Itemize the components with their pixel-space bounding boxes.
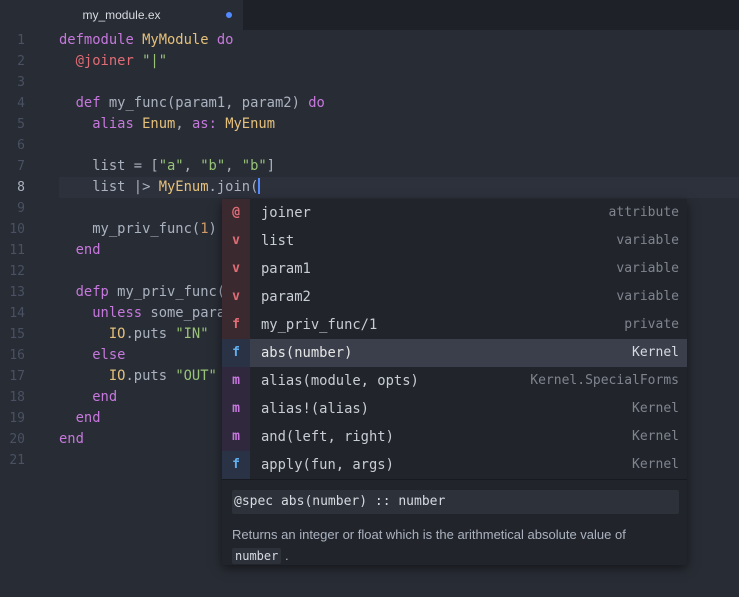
suggestion-item[interactable]: v param2 variable — [222, 283, 687, 311]
suggestion-text: alias!(alias) — [261, 401, 369, 417]
suggestion-text: alias(module, opts) — [261, 373, 419, 389]
suggestion-type-variable-icon: v — [222, 283, 250, 311]
suggestion-item[interactable]: m alias(module, opts) Kernel.SpecialForms — [222, 367, 687, 395]
line-number-gutter: 1 2 3 4 5 6 7 8 9 10 11 12 13 14 15 16 1… — [0, 30, 30, 471]
autocomplete-popup: @ joiner attribute v list variable v param1 vari… — [222, 199, 687, 565]
line-number: 13 — [9, 285, 25, 300]
line-number: 9 — [17, 201, 25, 216]
spec-signature: @spec abs(number) :: number — [232, 490, 679, 514]
tab-bar: my_module.ex — [0, 0, 739, 30]
suggestion-text: list — [261, 233, 295, 249]
suggestion-text: and(left, right) — [261, 429, 394, 445]
code-line: defmodule MyModule do — [59, 32, 234, 48]
suggestion-type-label: variable — [616, 261, 679, 276]
line-number: 11 — [9, 243, 25, 258]
tab-title: my_module.ex — [82, 8, 161, 22]
line-number: 15 — [9, 327, 25, 342]
line-number: 17 — [9, 369, 25, 384]
code-line-active: list |> MyEnum.join( — [92, 178, 261, 195]
line-number: 12 — [9, 264, 25, 279]
suggestion-type-label: Kernel — [632, 401, 679, 416]
suggestion-type-label: attribute — [608, 205, 679, 220]
suggestion-type-label: Kernel.SpecialForms — [530, 373, 679, 388]
line-number: 20 — [9, 432, 25, 447]
line-number: 18 — [9, 390, 25, 405]
suggestion-type-variable-icon: v — [222, 227, 250, 255]
line-number: 5 — [17, 117, 25, 132]
line-number: 10 — [9, 222, 25, 237]
suggestion-text: apply(fun, args) — [261, 457, 394, 473]
suggestion-type-macro-icon: m — [222, 395, 250, 423]
suggestion-type-label: Kernel — [632, 429, 679, 444]
suggestion-text: param1 — [261, 261, 311, 277]
suggestion-type-label: variable — [616, 289, 679, 304]
suggestion-text: joiner — [261, 205, 311, 221]
code-line: @joiner "|" — [75, 53, 168, 69]
suggestion-item[interactable]: v param1 variable — [222, 255, 687, 283]
line-number: 2 — [17, 54, 25, 69]
suggestion-type-label: private — [624, 317, 679, 332]
suggestion-type-function-icon: f — [222, 339, 250, 367]
line-number: 19 — [9, 411, 25, 426]
suggestion-text: abs(number) — [261, 345, 353, 361]
suggestion-type-macro-icon: m — [222, 423, 250, 451]
suggestion-type-attribute-icon: @ — [222, 199, 250, 227]
suggestion-text: param2 — [261, 289, 311, 305]
tab-my-module[interactable]: my_module.ex — [0, 0, 243, 30]
suggestion-item[interactable]: @ joiner attribute — [222, 199, 687, 227]
modified-dot-icon[interactable] — [226, 12, 232, 18]
line-number-active: 8 — [17, 180, 25, 195]
suggestion-type-variable-icon: v — [222, 255, 250, 283]
suggestion-type-function-icon: f — [222, 451, 250, 479]
suggestion-type-label: variable — [616, 233, 679, 248]
code-line: alias Enum, as: MyEnum — [92, 116, 276, 132]
inline-code-ref: number — [232, 548, 282, 564]
suggestion-text: my_priv_func/1 — [261, 317, 378, 333]
line-number: 21 — [9, 453, 25, 468]
suggestion-type-label: Kernel — [632, 345, 679, 360]
code-line: def my_func(param1, param2) do — [75, 95, 325, 111]
suggestion-type-label: Kernel — [632, 457, 679, 472]
suggestion-item[interactable]: f apply(fun, args) Kernel — [222, 451, 687, 479]
suggestion-item[interactable]: v list variable — [222, 227, 687, 255]
line-number: 16 — [9, 348, 25, 363]
line-number: 6 — [17, 138, 25, 153]
code-line: list = ["a", "b", "b"] — [92, 158, 276, 174]
line-number: 14 — [9, 306, 25, 321]
suggestion-type-private-icon: f — [222, 311, 250, 339]
documentation-panel: @spec abs(number) :: number Returns an i… — [222, 479, 687, 565]
suggestion-item[interactable]: f abs(number) Kernel — [222, 339, 687, 367]
line-number: 4 — [17, 96, 25, 111]
suggestion-item[interactable]: m and(left, right) Kernel — [222, 423, 687, 451]
suggestion-item[interactable]: f my_priv_func/1 private — [222, 311, 687, 339]
line-number: 1 — [17, 33, 25, 48]
line-number: 3 — [17, 75, 25, 90]
line-number: 7 — [17, 159, 25, 174]
doc-description: Returns an integer or float which is the… — [232, 527, 626, 564]
suggestion-item[interactable]: m alias!(alias) Kernel — [222, 395, 687, 423]
suggestion-type-macro-icon: m — [222, 367, 250, 395]
text-cursor — [258, 178, 261, 194]
